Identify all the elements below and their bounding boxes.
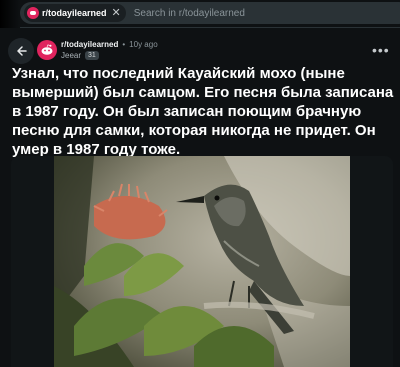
post-media[interactable]: [11, 156, 393, 367]
subreddit-link[interactable]: r/todayilearned: [61, 40, 118, 49]
post-title: Узнал, что последний Кауайский мохо (нын…: [12, 65, 394, 158]
close-icon[interactable]: ✕: [112, 7, 121, 19]
author-link[interactable]: Jeear: [61, 51, 81, 60]
post-meta: r/todayilearned • 10y ago Jeear 31: [61, 40, 158, 60]
subreddit-avatar[interactable]: [37, 40, 57, 60]
reddit-community-icon: [41, 44, 53, 55]
meta-separator: •: [122, 40, 126, 49]
more-options-icon[interactable]: •••: [372, 42, 390, 58]
left-edge: [0, 0, 20, 28]
community-search-chip[interactable]: r/todayilearned ✕: [24, 4, 126, 22]
back-arrow-icon: [17, 46, 27, 56]
user-flair-badge: 31: [85, 51, 99, 60]
community-chip-label: r/todayilearned: [42, 8, 107, 18]
search-bar[interactable]: r/todayilearned ✕ Search in r/todayilear…: [20, 2, 400, 24]
reddit-community-icon: [27, 7, 39, 19]
post-age: 10y ago: [129, 40, 158, 49]
top-bar: r/todayilearned ✕ Search in r/todayilear…: [0, 0, 400, 28]
bird-photo: [54, 156, 350, 367]
search-input[interactable]: Search in r/todayilearned: [134, 8, 245, 19]
back-button[interactable]: [8, 38, 34, 64]
